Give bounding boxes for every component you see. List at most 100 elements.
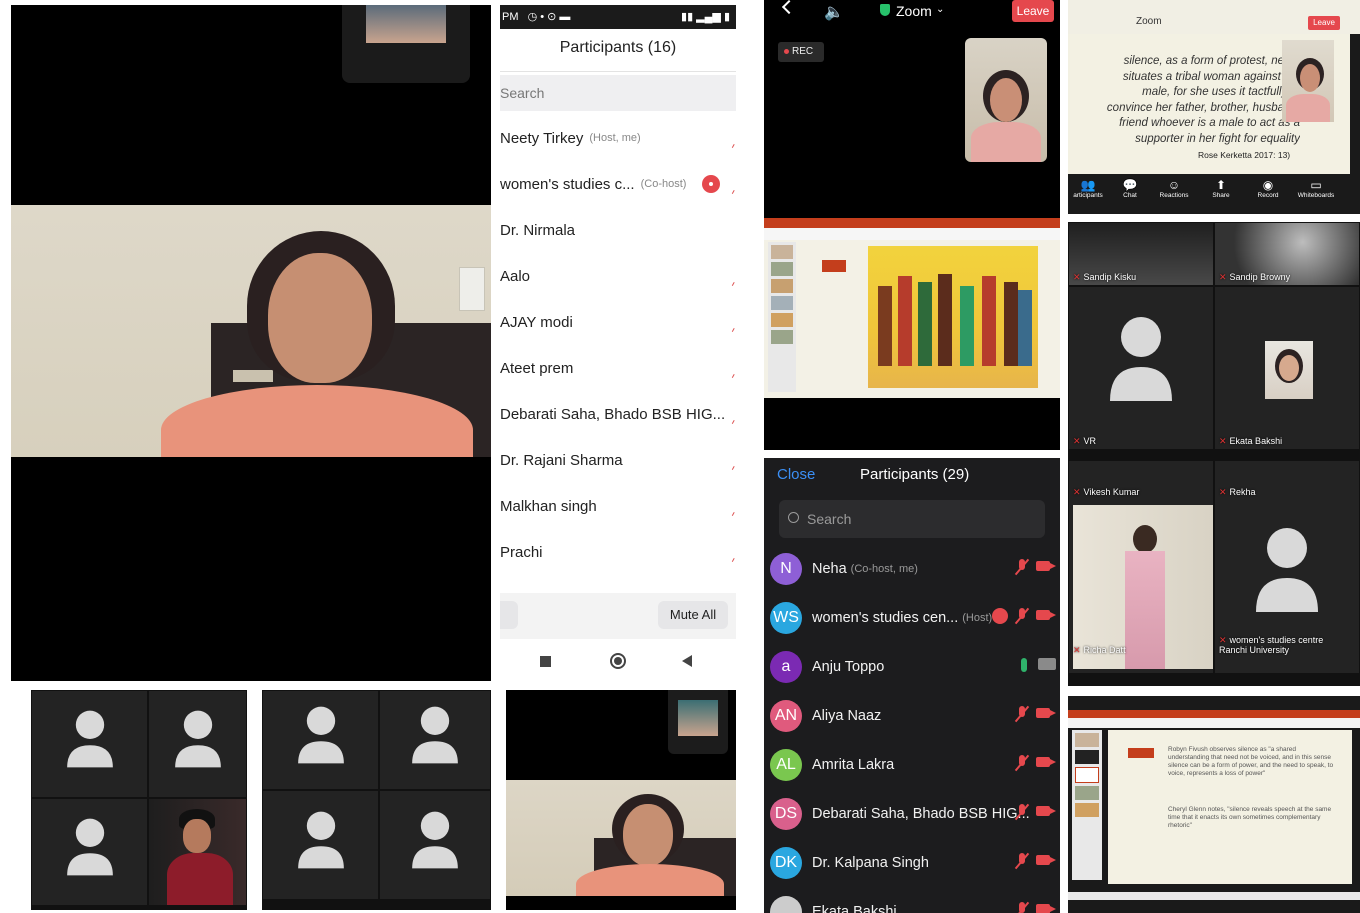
participant-row[interactable]: AL Amrita Lakra bbox=[764, 740, 1060, 789]
speaker-video bbox=[11, 205, 491, 457]
slide-arrow-icon bbox=[1128, 748, 1154, 758]
tile-name: ✕ Vikesh Kumar bbox=[1073, 487, 1140, 497]
participant-row[interactable]: AN Aliya Naaz bbox=[764, 691, 1060, 740]
app-name[interactable]: Zoom bbox=[1136, 16, 1162, 27]
video-tile[interactable]: ✕ Vikesh Kumar ✕ Richa Datt bbox=[1068, 460, 1214, 674]
profile-photo bbox=[1265, 341, 1313, 399]
video-tile[interactable] bbox=[379, 790, 491, 900]
tile-name: ✕ VR bbox=[1073, 436, 1097, 446]
video-tile[interactable]: ✕ VR bbox=[1068, 286, 1214, 450]
video-tile[interactable] bbox=[262, 690, 379, 790]
video-tile[interactable] bbox=[31, 690, 148, 798]
recent-apps-icon[interactable] bbox=[540, 656, 551, 667]
share-button[interactable]: ⬆ Share bbox=[1204, 178, 1238, 199]
back-chevron-icon[interactable] bbox=[781, 0, 797, 15]
participant-row[interactable]: Ateet prem bbox=[500, 345, 736, 391]
chevron-down-icon: ⌄ bbox=[936, 4, 945, 15]
video-tile[interactable] bbox=[262, 790, 379, 900]
participant-row[interactable]: DK Dr. Kalpana Singh bbox=[764, 838, 1060, 887]
mic-muted-icon: ✕ bbox=[1219, 487, 1227, 497]
mic-muted-icon: ✕ bbox=[1073, 272, 1081, 282]
mic-icon bbox=[728, 464, 735, 470]
avatar-placeholder-icon bbox=[1110, 316, 1172, 401]
participants-icon: 👥 bbox=[1080, 178, 1096, 192]
avatar-placeholder-icon bbox=[412, 811, 458, 868]
dark-participants-panel: Close Participants (29) Search N Neha (Co-… bbox=[764, 458, 1060, 913]
participant-row[interactable]: WS women's studies cen... (Host) bbox=[764, 593, 1060, 642]
app-name[interactable]: Zoom bbox=[896, 3, 932, 19]
back-icon[interactable] bbox=[682, 655, 692, 667]
mic-icon bbox=[728, 188, 735, 194]
tile-name: ✕ Ekata Bakshi bbox=[1219, 436, 1283, 446]
participant-row[interactable]: Neety Tirkey (Host, me) bbox=[500, 115, 736, 161]
participant-row[interactable]: Prachi bbox=[500, 529, 736, 575]
video-tile[interactable]: ✕ Rekha ✕ women's studies centre Ranchi Un… bbox=[1214, 460, 1360, 674]
mic-muted-icon bbox=[1016, 558, 1028, 576]
mic-muted-icon: ✕ bbox=[1073, 436, 1081, 446]
participant-name: women's studies cen... bbox=[812, 609, 959, 626]
participant-name: women's studies c... bbox=[500, 175, 635, 193]
search-input[interactable]: Search bbox=[779, 500, 1045, 538]
thumbnail-tile[interactable] bbox=[668, 690, 728, 754]
video-tile[interactable]: ✕ Sandip Browny bbox=[1214, 222, 1360, 286]
mic-muted-icon: ✕ bbox=[1219, 436, 1227, 446]
leave-button[interactable]: Leave bbox=[1308, 16, 1340, 30]
search-input[interactable]: Search bbox=[500, 75, 736, 111]
video-tile[interactable] bbox=[148, 798, 247, 906]
close-button[interactable]: Close bbox=[777, 466, 815, 483]
mic-icon bbox=[728, 280, 735, 286]
participant-row[interactable]: a Anju Toppo bbox=[764, 642, 1060, 691]
zoom-share-view: Zoom Leave silence, as a form of protest… bbox=[1068, 0, 1360, 214]
record-button[interactable]: ◉ Record bbox=[1250, 178, 1286, 199]
participants-button[interactable]: 👥 articipants bbox=[1070, 178, 1106, 199]
video-tile[interactable] bbox=[379, 690, 491, 790]
participant-row[interactable]: women's studies c... (Co-host) bbox=[500, 161, 736, 207]
signal-icon: ▮▮ ▂▄▆ ▮ bbox=[681, 11, 730, 23]
bottom-gallery-1 bbox=[31, 690, 247, 910]
participant-name: Anju Toppo bbox=[812, 658, 885, 675]
share-icon: ⬆ bbox=[1215, 178, 1227, 192]
video-tile[interactable] bbox=[31, 798, 148, 906]
participant-row[interactable]: Dr. Nirmala bbox=[500, 207, 736, 253]
video-tile[interactable]: ✕ Ekata Bakshi bbox=[1214, 286, 1360, 450]
avatar-placeholder-icon bbox=[1256, 528, 1318, 613]
participant-row[interactable]: AJAY modi bbox=[500, 299, 736, 345]
slide-arrow-icon bbox=[822, 260, 846, 272]
participant-row[interactable]: Aalo bbox=[500, 253, 736, 299]
ppt-ribbon bbox=[764, 228, 1060, 240]
phone-participants-panel: PM ◷ • ⊙ ▬ ▮▮ ▂▄▆ ▮ Participants (16) Se… bbox=[500, 5, 736, 681]
leave-button[interactable]: Leave bbox=[1012, 0, 1054, 22]
participant-name: Ateet prem bbox=[500, 359, 574, 377]
home-icon[interactable] bbox=[610, 653, 626, 669]
participant-role: (Host) bbox=[962, 611, 993, 624]
search-icon bbox=[788, 512, 799, 523]
invite-button[interactable] bbox=[500, 601, 518, 629]
video-tile[interactable]: ✕ Sandip Kisku bbox=[1068, 222, 1214, 286]
participant-row[interactable]: DS Debarati Saha, Bhado BSB HIG... bbox=[764, 789, 1060, 838]
avatar: N bbox=[770, 552, 802, 585]
mic-muted-icon bbox=[1016, 803, 1028, 821]
whiteboards-button[interactable]: ▭ Whiteboards bbox=[1294, 178, 1338, 199]
chat-button[interactable]: 💬 Chat bbox=[1112, 178, 1148, 199]
self-video-thumbnail[interactable] bbox=[965, 38, 1047, 162]
speaker-icon[interactable]: 🔈 bbox=[824, 2, 844, 22]
rec-indicator[interactable]: REC bbox=[778, 42, 824, 62]
participant-row[interactable]: Debarati Saha, Bhado BSB HIG... bbox=[500, 391, 736, 437]
reactions-button[interactable]: ☺ Reactions bbox=[1156, 178, 1192, 199]
dark-participant-list: N Neha (Co-host, me) WS women's studies cen… bbox=[764, 544, 1060, 913]
status-bar: PM ◷ • ⊙ ▬ ▮▮ ▂▄▆ ▮ bbox=[500, 5, 736, 29]
zoom-mobile-view: 🔈 Zoom ⌄ Leave REC bbox=[764, 0, 1060, 450]
person-face bbox=[268, 253, 372, 383]
participant-row[interactable]: Ekata Bakshi bbox=[764, 887, 1060, 913]
whiteboard-icon: ▭ bbox=[1310, 178, 1322, 192]
ppt-statusbar bbox=[1068, 892, 1360, 900]
participant-name: Aalo bbox=[500, 267, 531, 285]
slide-bullet-2: Cheryl Glenn notes, "silence reveals spe… bbox=[1168, 806, 1332, 829]
participant-row[interactable]: Dr. Rajani Sharma bbox=[500, 437, 736, 483]
participant-row[interactable]: Malkhan singh bbox=[500, 483, 736, 529]
mute-all-button[interactable]: Mute All bbox=[658, 601, 728, 629]
search-placeholder: Search bbox=[807, 511, 852, 527]
video-tile[interactable] bbox=[148, 690, 247, 798]
participant-row[interactable]: N Neha (Co-host, me) bbox=[764, 544, 1060, 593]
self-view-thumbnail[interactable] bbox=[342, 5, 470, 83]
